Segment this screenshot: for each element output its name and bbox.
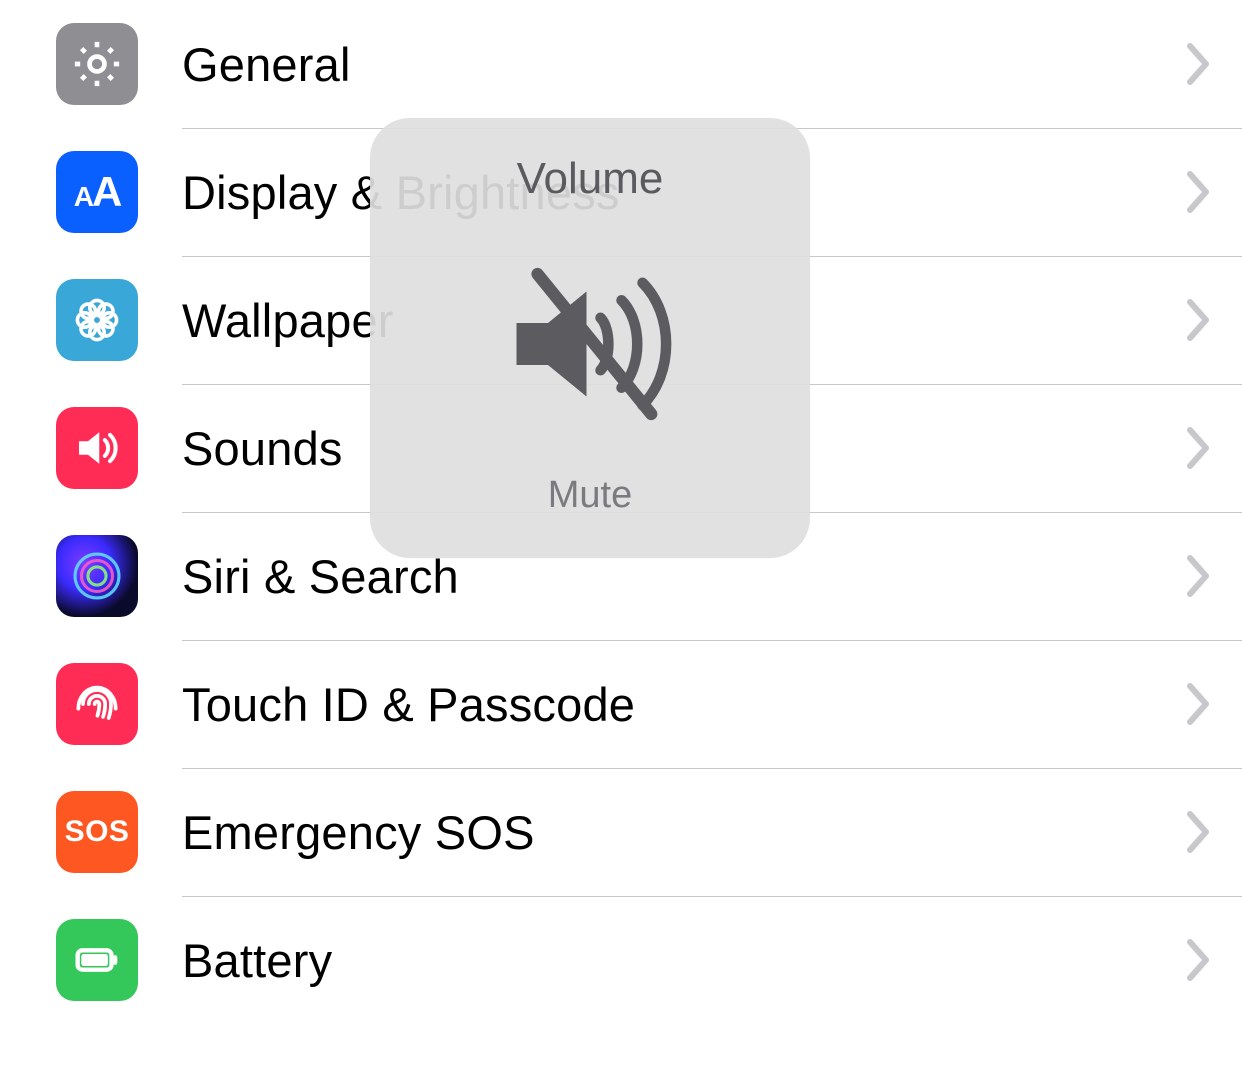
speaker-icon: [56, 407, 138, 489]
gear-icon: [56, 23, 138, 105]
siri-icon: [56, 535, 138, 617]
chevron-right-icon: [1184, 424, 1212, 472]
chevron-right-icon: [1184, 552, 1212, 600]
battery-icon: [56, 919, 138, 1001]
settings-row-general[interactable]: General: [0, 0, 1242, 128]
volume-hud-title: Volume: [517, 154, 664, 204]
settings-row-sos[interactable]: SOS Emergency SOS: [0, 768, 1242, 896]
sos-icon: SOS: [56, 791, 138, 873]
speaker-muted-icon: [480, 234, 700, 454]
settings-row-label: Touch ID & Passcode: [182, 677, 1184, 732]
chevron-right-icon: [1184, 296, 1212, 344]
text-size-icon: AA: [56, 151, 138, 233]
volume-hud-subtitle: Mute: [548, 474, 632, 517]
volume-hud: Volume Mute: [370, 118, 810, 558]
fingerprint-icon: [56, 663, 138, 745]
settings-row-battery[interactable]: Battery: [0, 896, 1242, 1024]
settings-row-touchid[interactable]: Touch ID & Passcode: [0, 640, 1242, 768]
chevron-right-icon: [1184, 808, 1212, 856]
flower-icon: [56, 279, 138, 361]
settings-row-label: Battery: [182, 933, 1184, 988]
chevron-right-icon: [1184, 936, 1212, 984]
settings-row-label: General: [182, 37, 1184, 92]
chevron-right-icon: [1184, 40, 1212, 88]
chevron-right-icon: [1184, 168, 1212, 216]
chevron-right-icon: [1184, 680, 1212, 728]
settings-row-label: Emergency SOS: [182, 805, 1184, 860]
